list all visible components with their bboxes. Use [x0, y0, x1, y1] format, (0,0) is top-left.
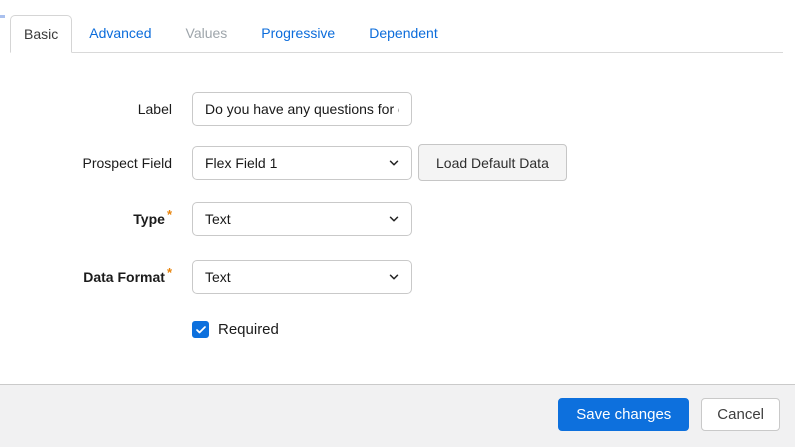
type-select[interactable]: Text [192, 202, 412, 236]
prospect-field-label: Prospect Field [82, 155, 172, 171]
cancel-button[interactable]: Cancel [701, 398, 780, 431]
prospect-field-select[interactable]: Flex Field 1 [192, 146, 412, 180]
tab-dependent[interactable]: Dependent [352, 15, 455, 52]
data-format-field-label: Data Format * [83, 265, 172, 285]
chevron-down-icon [387, 212, 401, 226]
required-checkbox-label: Required [218, 321, 279, 338]
tab-progressive[interactable]: Progressive [244, 15, 352, 52]
tab-bar: Basic Advanced Values Progressive Depend… [10, 15, 783, 53]
data-format-selected-value: Text [205, 269, 231, 285]
chevron-down-icon [387, 156, 401, 170]
label-field-label: Label [137, 101, 172, 117]
form-row-label: Label [0, 92, 795, 126]
tab-advanced[interactable]: Advanced [72, 15, 168, 52]
form-row-required: Required [192, 321, 795, 338]
type-selected-value: Text [205, 211, 231, 227]
save-changes-button[interactable]: Save changes [558, 398, 690, 431]
data-format-select[interactable]: Text [192, 260, 412, 294]
footer-action-bar: Save changes Cancel [0, 384, 795, 447]
tab-values[interactable]: Values [169, 15, 245, 52]
tab-basic[interactable]: Basic [10, 15, 73, 53]
form-row-data-format: Data Format * Text [0, 260, 795, 294]
form-row-type: Type * Text [0, 202, 795, 236]
required-asterisk: * [166, 207, 172, 222]
form-row-prospect-field: Prospect Field Flex Field 1 Load Default… [0, 144, 795, 181]
required-asterisk: * [166, 265, 172, 280]
required-checkbox[interactable] [192, 321, 209, 338]
prospect-field-selected-value: Flex Field 1 [205, 155, 278, 171]
form-panel: Label Prospect Field Flex Field 1 Load D… [0, 92, 795, 338]
checkmark-icon [195, 324, 207, 336]
cropped-edge-artifact [0, 15, 5, 18]
load-default-data-button[interactable]: Load Default Data [418, 144, 567, 181]
label-input[interactable] [192, 92, 412, 126]
type-field-label: Type * [133, 207, 172, 227]
chevron-down-icon [387, 270, 401, 284]
